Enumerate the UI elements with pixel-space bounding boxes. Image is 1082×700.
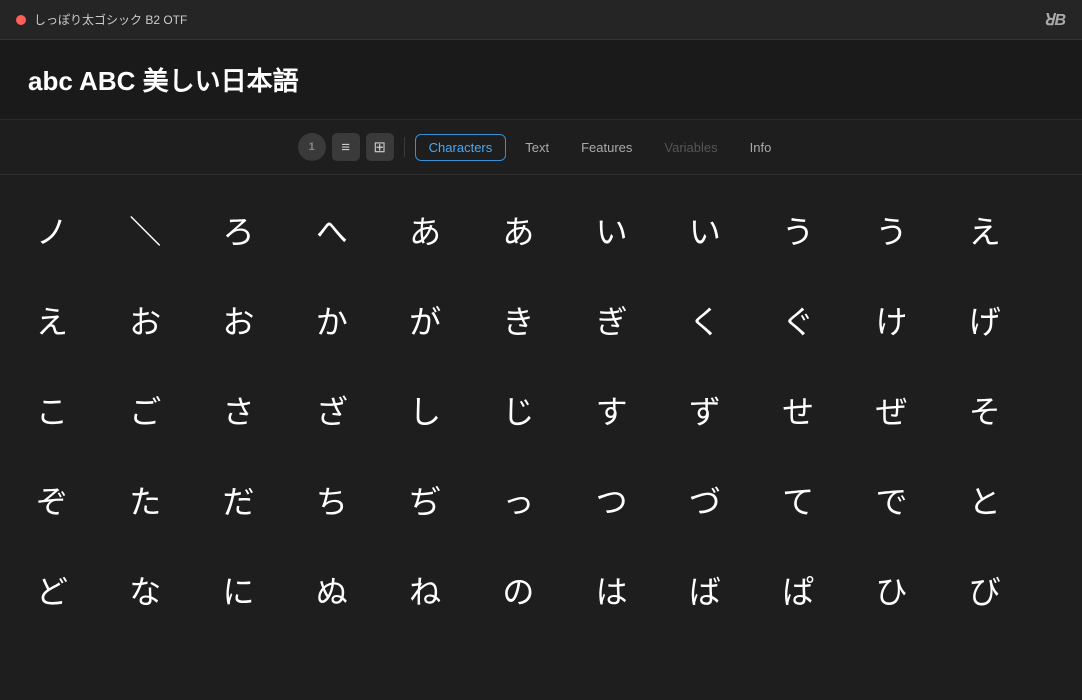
char-cell[interactable]: あ [494,185,587,275]
view-lines-button[interactable]: ≡ [332,133,360,161]
char-cell[interactable]: つ [588,455,681,545]
char-cell[interactable]: ノ [28,185,121,275]
char-cell[interactable]: う [867,185,960,275]
char-cell[interactable]: だ [215,455,308,545]
char-cell[interactable]: ろ [215,185,308,275]
char-cell[interactable]: さ [215,365,308,455]
titlebar: しっぽり太ゴシック B2 OTF ꓤB [0,0,1082,40]
char-cell[interactable]: き [494,275,587,365]
tab-variables: Variables [651,135,730,160]
view-grid-button[interactable]: ⊞ [366,133,394,161]
char-cell[interactable]: っ [494,455,587,545]
char-cell[interactable]: は [588,545,681,635]
char-cell[interactable]: ち [308,455,401,545]
tab-characters[interactable]: Characters [415,134,507,161]
char-cell[interactable]: た [121,455,214,545]
char-cell[interactable]: び [961,545,1054,635]
char-cell[interactable]: せ [774,365,867,455]
char-cell[interactable]: ば [681,545,774,635]
char-cell[interactable]: て [774,455,867,545]
char-cell[interactable]: と [961,455,1054,545]
traffic-light-dot[interactable] [16,15,26,25]
char-cell[interactable]: へ [308,185,401,275]
char-cell[interactable]: し [401,365,494,455]
char-cell[interactable]: そ [961,365,1054,455]
char-cell[interactable]: あ [401,185,494,275]
preview-area: abc ABC 美しい日本語 [0,40,1082,120]
char-cell[interactable]: な [121,545,214,635]
char-cell[interactable]: づ [681,455,774,545]
char-cell[interactable]: す [588,365,681,455]
char-cell[interactable]: お [121,275,214,365]
char-cell[interactable]: か [308,275,401,365]
titlebar-title: しっぽり太ゴシック B2 OTF [34,11,187,28]
char-cell[interactable]: く [681,275,774,365]
view-single-button[interactable]: 1 [298,133,326,161]
char-cell[interactable]: ＼ [121,185,214,275]
char-cell[interactable]: ぞ [28,455,121,545]
char-cell[interactable]: ぬ [308,545,401,635]
char-cell[interactable]: ぱ [774,545,867,635]
preview-text: abc ABC 美しい日本語 [28,61,299,98]
char-cell[interactable]: ね [401,545,494,635]
char-cell[interactable]: え [961,185,1054,275]
toolbar-divider [404,137,405,157]
char-cell[interactable]: ひ [867,545,960,635]
char-cell[interactable]: げ [961,275,1054,365]
font-preview-icon: ꓤB [1043,10,1066,30]
char-cell[interactable]: に [215,545,308,635]
char-cell[interactable]: い [681,185,774,275]
char-cell[interactable]: ぐ [774,275,867,365]
char-cell[interactable]: で [867,455,960,545]
tab-features[interactable]: Features [568,135,645,160]
char-cell[interactable]: ぜ [867,365,960,455]
char-cell[interactable]: が [401,275,494,365]
characters-grid: ノ＼ろへああいいううええおおかがきぎくぐけげこごさざしじすずせぜそぞただちぢっつ… [28,185,1054,635]
char-cell[interactable]: ぢ [401,455,494,545]
char-cell[interactable]: ご [121,365,214,455]
toolbar: 1 ≡ ⊞ Characters Text Features Variables… [0,120,1082,175]
char-cell[interactable]: い [588,185,681,275]
char-cell[interactable]: ず [681,365,774,455]
tab-info[interactable]: Info [737,135,785,160]
tab-text[interactable]: Text [512,135,562,160]
titlebar-left: しっぽり太ゴシック B2 OTF [16,11,187,28]
char-cell[interactable]: ざ [308,365,401,455]
char-cell[interactable]: ど [28,545,121,635]
char-cell[interactable]: え [28,275,121,365]
char-cell[interactable]: こ [28,365,121,455]
char-cell[interactable]: じ [494,365,587,455]
char-cell[interactable]: お [215,275,308,365]
characters-container: ノ＼ろへああいいううええおおかがきぎくぐけげこごさざしじすずせぜそぞただちぢっつ… [0,175,1082,645]
char-cell[interactable]: う [774,185,867,275]
char-cell[interactable]: の [494,545,587,635]
char-cell[interactable]: け [867,275,960,365]
char-cell[interactable]: ぎ [588,275,681,365]
